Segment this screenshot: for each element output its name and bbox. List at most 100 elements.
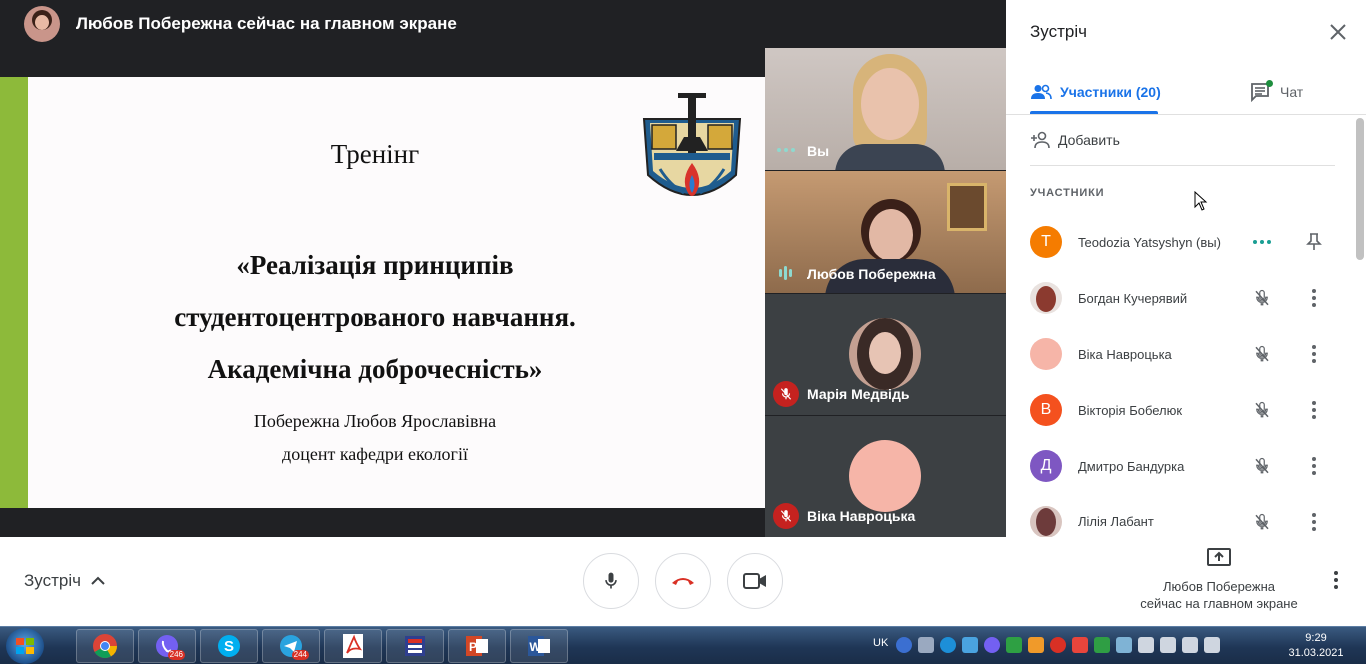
svg-text:S: S [224, 638, 234, 655]
chrome-icon [93, 634, 117, 659]
slide-accent-bar [0, 77, 28, 508]
video-tile-participant[interactable]: Віка Навроцька [765, 416, 1006, 537]
screenshot-tool-icon[interactable] [1072, 637, 1088, 653]
participant-avatar: T [1030, 226, 1062, 258]
powerpoint-icon: P [466, 636, 488, 656]
participant-name: Лілія Лабант [1078, 514, 1154, 529]
main-stage: Тренінг «Реалізація принципів студентоце… [0, 48, 765, 537]
mic-off-icon [773, 381, 799, 407]
mic-off-icon [1255, 457, 1269, 474]
more-options-button[interactable] [1302, 286, 1326, 310]
slide-title-line: студентоцентрованого навчання. [174, 302, 576, 332]
signal-icon[interactable] [1160, 637, 1176, 653]
participant-status-button[interactable] [1250, 230, 1274, 254]
slide-title-line: Академічна доброчесність» [207, 354, 543, 384]
present-screen-icon [1207, 548, 1231, 566]
add-participant-button[interactable]: Добавить [1030, 126, 1120, 154]
tile-name: Любов Побережна [807, 266, 936, 282]
panel-title: Зустріч [1030, 22, 1087, 41]
section-label: УЧАСТНИКИ [1030, 187, 1105, 199]
participant-row[interactable]: Богдан Кучерявий [1030, 270, 1340, 326]
clock-date: 31.03.2021 [1288, 647, 1344, 659]
tab-chat-label: Чат [1280, 84, 1304, 100]
participant-row[interactable]: T Teodozia Yatsyshyn (вы) [1030, 214, 1340, 270]
participant-name: Богдан Кучерявий [1078, 290, 1188, 306]
volume-icon[interactable] [1182, 637, 1198, 653]
microphone-button[interactable] [583, 553, 639, 609]
more-options-button[interactable] [1302, 454, 1326, 478]
viber-tray-icon[interactable] [984, 637, 1000, 653]
participant-name: Teodozia Yatsyshyn (вы) [1078, 234, 1221, 250]
taskbar-telegram[interactable]: 244 [262, 629, 320, 663]
battery-icon[interactable] [1204, 637, 1220, 653]
mute-button[interactable] [1250, 510, 1274, 534]
mic-off-icon [1255, 401, 1269, 418]
presenting-info-button[interactable]: Любов Побережна сейчас на главном экране [1128, 547, 1310, 612]
more-vert-icon [1330, 571, 1342, 589]
participant-name: Вікторія Бобелюк [1078, 402, 1183, 418]
video-camera-icon [743, 573, 766, 589]
mic-icon [605, 572, 617, 589]
chat-app-icon[interactable] [940, 637, 956, 653]
slide-author-block: Побережна Любов Ярославівна доцент кафед… [28, 405, 722, 471]
mute-button[interactable] [1250, 454, 1274, 478]
tray-arrow-icon[interactable] [918, 637, 934, 653]
leave-call-button[interactable] [655, 553, 711, 609]
taskbar-winrar[interactable] [386, 629, 444, 663]
audio-level-icon [779, 266, 792, 280]
slide-heading: Тренінг [330, 139, 420, 169]
participant-row[interactable]: Віка Навроцька [1030, 326, 1340, 382]
speaking-dots-icon [1253, 240, 1271, 244]
teamviewer-icon[interactable] [962, 637, 978, 653]
mic-off-icon [1255, 345, 1269, 362]
taskbar-viber[interactable]: 246 [138, 629, 196, 663]
participant-face [869, 209, 913, 261]
pin-button[interactable] [1302, 230, 1326, 254]
presenting-info-line: Любов Побережна [1163, 579, 1275, 594]
participant-avatar: Д [1030, 450, 1062, 482]
mute-button[interactable] [1250, 342, 1274, 366]
taskbar-skype[interactable]: S [200, 629, 258, 663]
meeting-details-button[interactable]: Зустріч [24, 571, 105, 591]
participant-row[interactable]: В Вікторія Бобелюк [1030, 382, 1340, 438]
windows-taskbar: 246 S 244 P W UK 9:29 31.03.2021 [0, 626, 1366, 664]
taskbar-powerpoint[interactable]: P [448, 629, 506, 663]
mic-off-icon [1255, 289, 1269, 306]
camera-button[interactable] [727, 553, 783, 609]
video-tile-participant[interactable]: Марія Медвідь [765, 294, 1006, 415]
download-icon[interactable] [1094, 637, 1110, 653]
taskbar-acrobat[interactable] [324, 629, 382, 663]
more-options-button[interactable] [1302, 398, 1326, 422]
taskbar-chrome[interactable] [76, 629, 134, 663]
panel-scrollbar[interactable] [1356, 118, 1364, 260]
language-indicator[interactable]: UK [873, 637, 888, 649]
opera-icon[interactable] [1050, 637, 1066, 653]
taskbar-word[interactable]: W [510, 629, 568, 663]
participant-row[interactable]: Д Дмитро Бандурка [1030, 438, 1340, 494]
cloud-icon[interactable] [1028, 637, 1044, 653]
start-button[interactable] [6, 628, 44, 664]
notification-badge: 246 [167, 650, 185, 660]
more-options-button[interactable] [1302, 342, 1326, 366]
svg-text:P: P [469, 640, 477, 654]
network-app-icon[interactable] [1116, 637, 1132, 653]
video-tile-self[interactable]: Вы [765, 48, 1006, 170]
tab-participants[interactable]: Участники (20) [1030, 70, 1161, 114]
system-tray [896, 637, 1220, 653]
presenting-info: Любов Побережна сейчас на главном экране [1128, 578, 1310, 612]
mute-button[interactable] [1250, 286, 1274, 310]
clock[interactable]: 9:29 31.03.2021 [1280, 631, 1352, 661]
more-vert-icon [1312, 345, 1316, 363]
tab-chat[interactable]: Чат [1250, 70, 1303, 114]
svg-text:W: W [529, 640, 541, 654]
mute-button[interactable] [1250, 398, 1274, 422]
device-icon[interactable] [1138, 637, 1154, 653]
help-icon[interactable] [896, 637, 912, 653]
more-options-button[interactable] [1302, 510, 1326, 534]
participant-row[interactable]: Лілія Лабант [1030, 494, 1340, 537]
video-tile-presenter[interactable]: Любов Побережна [765, 171, 1006, 293]
security-icon[interactable] [1006, 637, 1022, 653]
close-panel-button[interactable] [1326, 20, 1350, 44]
more-options-button[interactable] [1330, 571, 1342, 593]
clock-time: 9:29 [1305, 632, 1327, 644]
